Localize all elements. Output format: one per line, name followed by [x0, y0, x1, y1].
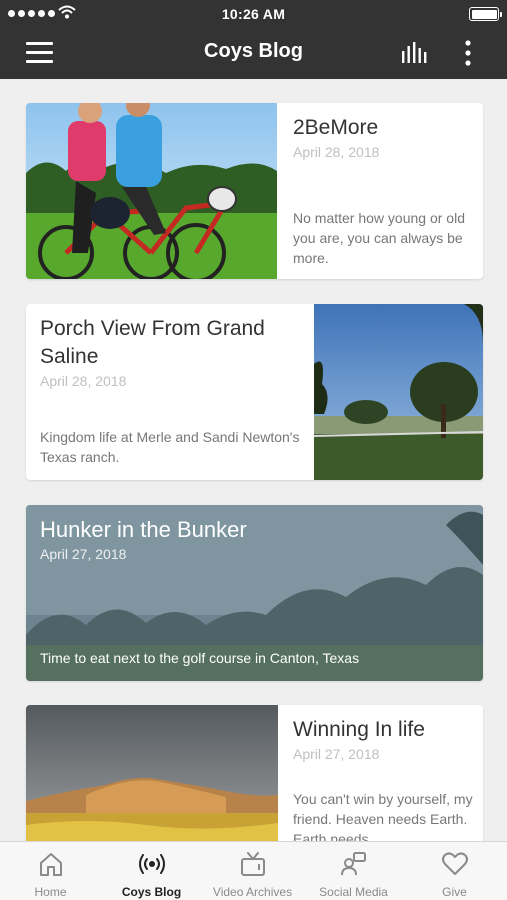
tab-coys-blog[interactable]: Coys Blog	[101, 842, 202, 900]
tab-give[interactable]: Give	[404, 842, 505, 900]
post-excerpt: You can't win by yourself, my friend. He…	[293, 791, 473, 841]
post-excerpt: Kingdom life at Merle and Sandi Newton's…	[40, 429, 300, 465]
status-time: 10:26 AM	[221, 6, 286, 22]
post-text: Hunker in the Bunker April 27, 2018	[40, 505, 470, 562]
heart-icon	[441, 852, 468, 875]
post-text: Porch View From Grand Saline April 28, 2…	[40, 304, 310, 389]
tv-icon	[240, 852, 265, 876]
battery-icon	[469, 7, 502, 21]
post-card[interactable]: Hunker in the Bunker April 27, 2018 Time…	[26, 505, 483, 681]
blog-feed[interactable]: 2BeMore April 28, 2018 No matter how you…	[0, 79, 507, 841]
bottom-tab-bar: Home Coys Blog Video Archives Social Med…	[0, 841, 507, 900]
post-card[interactable]: Winning In life April 27, 2018 You can't…	[26, 705, 483, 841]
tab-label: Video Archives	[212, 885, 293, 899]
broadcast-icon	[138, 854, 165, 874]
audio-bars-icon[interactable]	[400, 41, 430, 65]
post-title: 2BeMore	[293, 116, 379, 139]
social-icon	[340, 852, 366, 876]
post-text: 2BeMore April 28, 2018	[293, 103, 473, 160]
post-title: Hunker in the Bunker	[40, 517, 247, 542]
navigation-bar: Coys Blog	[0, 28, 507, 79]
post-thumbnail	[26, 103, 277, 279]
tab-label: Coys Blog	[121, 885, 182, 899]
tab-video-archives[interactable]: Video Archives	[202, 842, 303, 900]
tab-home[interactable]: Home	[0, 842, 101, 900]
home-icon	[39, 853, 62, 876]
post-title: Porch View From Grand Saline	[40, 317, 265, 368]
post-card[interactable]: 2BeMore April 28, 2018 No matter how you…	[26, 103, 483, 279]
post-date: April 27, 2018	[293, 746, 380, 762]
more-options-icon[interactable]	[458, 39, 478, 67]
page-title: Coys Blog	[204, 40, 303, 62]
post-date: April 27, 2018	[40, 546, 127, 562]
tab-label: Give	[442, 885, 467, 899]
tab-social-media[interactable]: Social Media	[303, 842, 404, 900]
post-title: Winning In life	[293, 718, 425, 741]
post-thumbnail	[314, 304, 483, 480]
tab-label: Home	[34, 885, 67, 899]
post-text: Winning In life April 27, 2018	[293, 705, 473, 762]
tab-label: Social Media	[319, 885, 388, 899]
post-excerpt: Time to eat next to the golf course in C…	[40, 650, 360, 666]
post-date: April 28, 2018	[293, 144, 380, 160]
post-excerpt: No matter how young or old you are, you …	[293, 210, 465, 266]
post-card[interactable]: Porch View From Grand Saline April 28, 2…	[26, 304, 483, 480]
status-bar: 10:26 AM	[0, 0, 507, 28]
post-thumbnail	[26, 705, 278, 841]
post-date: April 28, 2018	[40, 373, 127, 389]
